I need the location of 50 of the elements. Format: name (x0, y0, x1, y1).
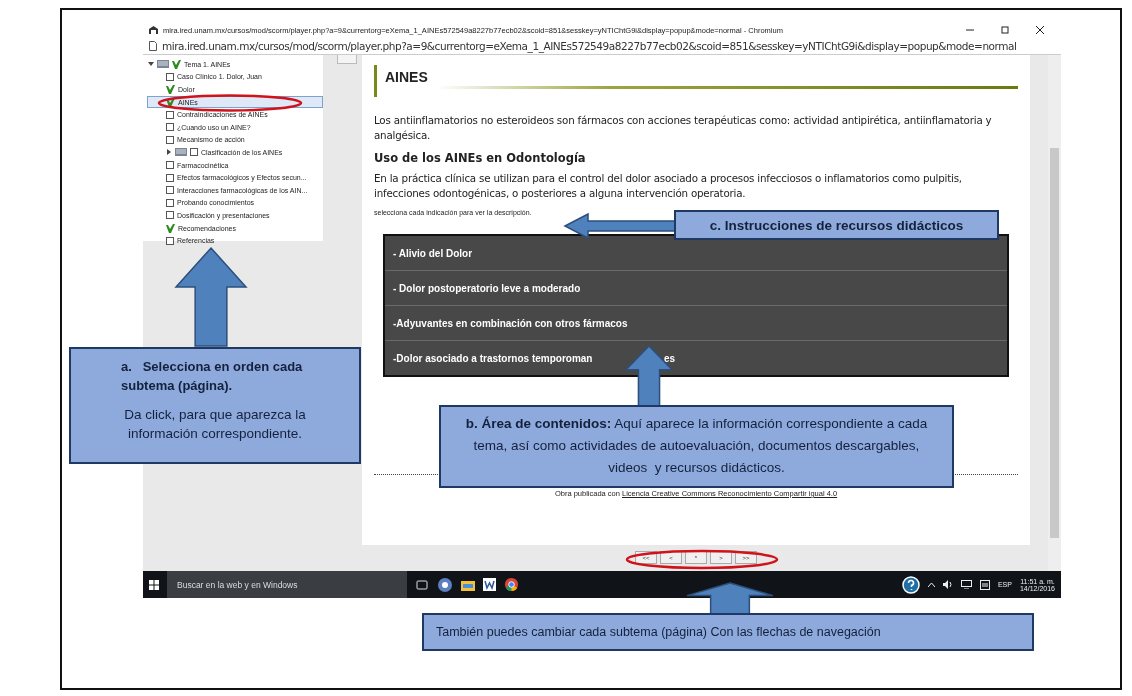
browser-icon[interactable] (437, 576, 453, 593)
check-icon (172, 59, 181, 69)
callout-text: También puedes cambiar cada subtema (página) Con las flechas de navegación (436, 623, 881, 641)
checkbox-icon (166, 110, 174, 119)
checkbox-icon (166, 211, 174, 220)
collapse-caret-icon[interactable] (166, 149, 172, 156)
checkbox-icon (166, 72, 174, 81)
checkbox-icon (166, 173, 174, 182)
callout-text: Da click, para que aparezca la información correspondiente. (123, 406, 307, 443)
body-text: En la práctica clínica se utilizan para el control del dolor asociado a procesos infecciosos o inflamatorios como pulpitis, infecciones odontogénicas, o posteriores a alguna intervención operatoria. (374, 171, 963, 201)
accordion-item[interactable]: - Dolor postoperatorio leve a moderado (385, 270, 1007, 305)
expand-caret-icon[interactable] (148, 61, 154, 68)
checkbox-icon (190, 148, 198, 157)
word-icon[interactable] (483, 578, 496, 591)
check-icon (166, 223, 175, 233)
chrome-icon[interactable] (504, 577, 519, 592)
heading-bar (374, 65, 377, 97)
checkbox-icon (166, 161, 174, 170)
accordion-item[interactable]: - Alivio del Dolor (385, 236, 1007, 270)
folder-icon (157, 60, 169, 69)
page-icon (149, 41, 157, 51)
checkbox-icon (166, 123, 174, 132)
url-text: mira.ired.unam.mx/cursos/mod/scorm/player.php?a=9&currentorg=eXema_1_AINEs572549a8227b77ecb02&scoid=851&sesskey=yNTIChtG9i&display=popup&mode=normal (162, 40, 1017, 52)
minimize-icon[interactable] (966, 26, 974, 34)
scrollbar[interactable] (1048, 55, 1061, 571)
page-heading: AINES (385, 69, 428, 85)
help-icon[interactable] (901, 575, 920, 594)
caret-icon[interactable] (927, 582, 935, 587)
restore-icon[interactable] (1001, 26, 1009, 34)
pointer-arrow (624, 344, 674, 407)
accordion-item[interactable]: -Adyuvantes en combinación con otros fármacos (385, 305, 1007, 340)
callout-text: c. Instrucciones de recursos didácticos (709, 216, 964, 235)
intro-text: Los antiinflamatorios no esteroideos son fármacos con acciones terapéuticas como: actividad antipirética, antiinflamatoria y analgésica. (374, 113, 993, 143)
checkbox-icon (166, 186, 174, 195)
folder-icon[interactable] (461, 578, 475, 591)
callout-text: b. Área de contenidos: Aquí aparece la información correspondiente a cada tema, así como actividades de autoevaluación, documentos descargables, videos y recursos didácticos. (464, 415, 929, 477)
notification-icon[interactable] (979, 579, 990, 590)
network-icon[interactable] (960, 580, 972, 589)
windows-icon[interactable] (149, 579, 159, 590)
task-view-icon[interactable] (415, 579, 429, 590)
close-icon[interactable] (1036, 26, 1044, 34)
section-heading: Uso de los AINEs en Odontología (374, 151, 587, 165)
search-field[interactable]: Buscar en la web y en Windows (167, 571, 407, 598)
speaker-icon[interactable] (942, 580, 953, 589)
folder-icon (175, 148, 187, 157)
checkbox-icon (166, 135, 174, 144)
app-icon (149, 26, 158, 34)
handle-icon[interactable] (336, 55, 357, 64)
checkbox-icon (166, 198, 174, 207)
callout-title: a. Selecciona en orden cada subtema (página). (120, 358, 304, 395)
